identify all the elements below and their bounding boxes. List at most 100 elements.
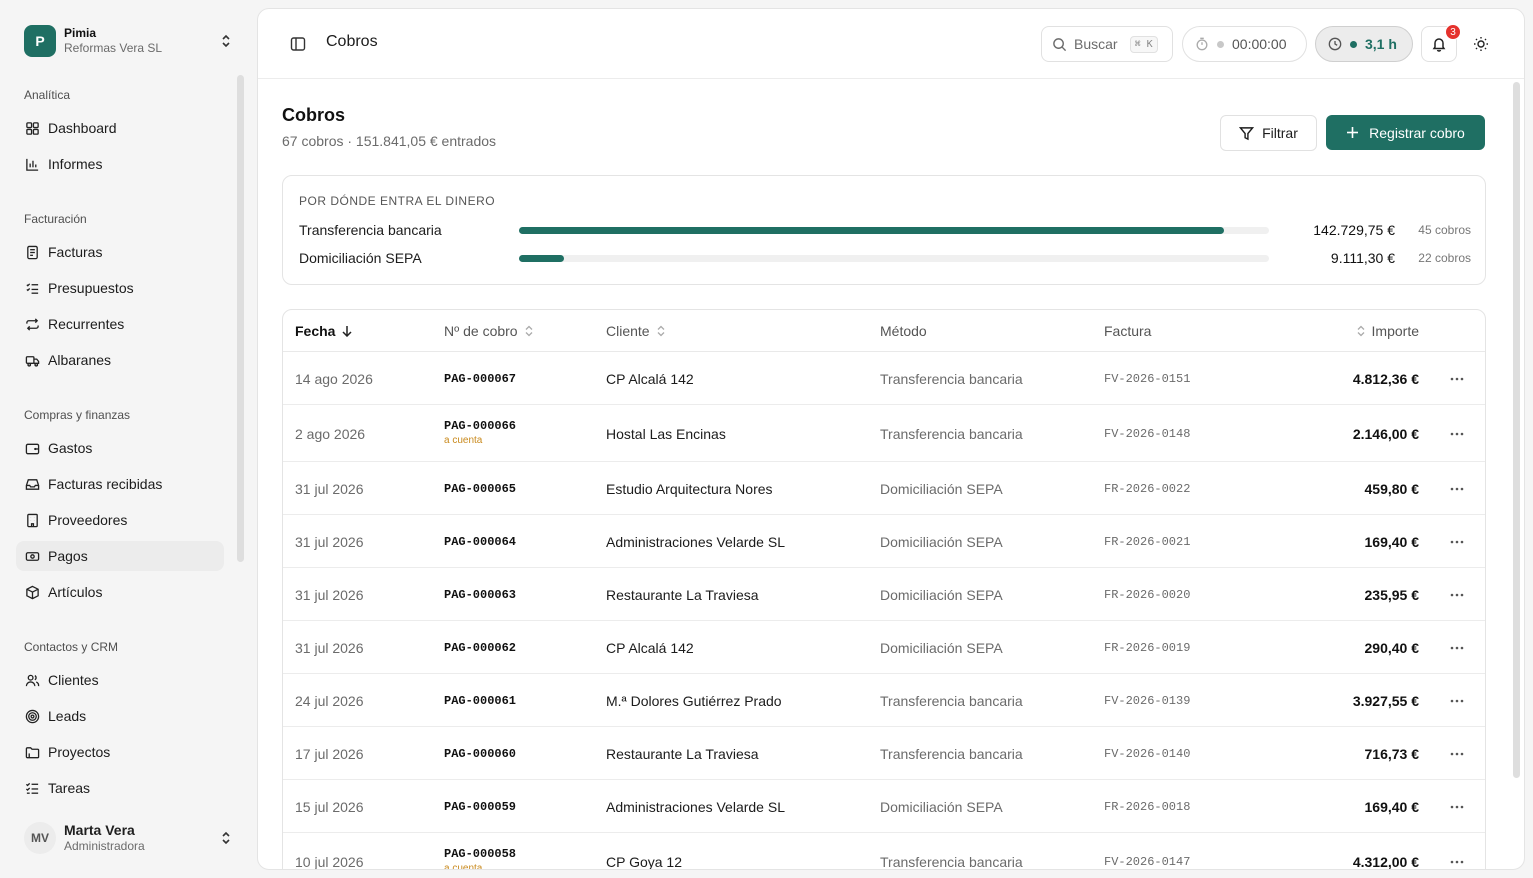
sidebar-item-recurrentes[interactable]: Recurrentes	[16, 309, 224, 339]
banknote-icon	[24, 548, 40, 564]
user-menu[interactable]: MV Marta Vera Administradora	[24, 818, 234, 858]
table-row[interactable]: 31 jul 2026 PAG-000065 Estudio Arquitectur…	[283, 462, 1485, 515]
bar-chart-icon	[24, 156, 40, 172]
cell-factura: FV-2026-0140	[1104, 747, 1191, 761]
table-row[interactable]: 24 jul 2026 PAG-000061 M.ª Dolores Gutiérr…	[283, 674, 1485, 727]
income-row: Domiciliación SEPA 9.111,30 € 22 cobros	[299, 248, 1471, 268]
table-row[interactable]: 10 jul 2026 PAG-000058 a cuenta CP Goya 12 T…	[283, 833, 1485, 870]
sort-icon	[525, 325, 533, 337]
sidebar-item-dashboard[interactable]: Dashboard	[16, 113, 224, 143]
arrow-down-icon	[342, 326, 352, 337]
sidebar-item-leads[interactable]: Leads	[16, 701, 224, 731]
notifications-button[interactable]: 3	[1421, 24, 1461, 62]
sidebar-toggle-icon[interactable]	[288, 34, 308, 54]
cell-importe: 235,95 €	[1364, 587, 1420, 603]
sidebar-item-proyectos[interactable]: Proyectos	[16, 737, 224, 767]
cell-numero: PAG-000064	[444, 535, 517, 549]
table-row[interactable]: 15 jul 2026 PAG-000059 Administraciones Ve…	[283, 780, 1485, 833]
more-horizontal-icon[interactable]	[1448, 853, 1466, 869]
sidebar-item-label: Facturas recibidas	[48, 476, 163, 492]
workspace-switcher[interactable]: P Pimia Reformas Vera SL	[24, 24, 234, 58]
table-row[interactable]: 31 jul 2026 PAG-000064 Administraciones Ve…	[283, 515, 1485, 568]
table-row[interactable]: 31 jul 2026 PAG-000063 Restaurante La Trav…	[283, 568, 1485, 621]
sidebar-item-facturas-recibidas[interactable]: Facturas recibidas	[16, 469, 224, 499]
cell-cliente: CP Alcalá 142	[606, 640, 694, 656]
column-header-numero[interactable]: Nº de cobro	[444, 323, 534, 339]
column-header-label: Factura	[1104, 323, 1152, 339]
income-bar-track	[519, 255, 1269, 262]
plus-icon	[1347, 127, 1359, 138]
sidebar-item-gastos[interactable]: Gastos	[16, 433, 224, 463]
more-horizontal-icon[interactable]	[1448, 639, 1466, 657]
timer-status-dot	[1217, 40, 1224, 48]
cell-importe: 716,73 €	[1364, 746, 1420, 762]
table-row[interactable]: 17 jul 2026 PAG-000060 Restaurante La Trav…	[283, 727, 1485, 780]
sidebar-item-presupuestos[interactable]: Presupuestos	[16, 273, 224, 303]
sidebar-item-pagos[interactable]: Pagos	[16, 541, 224, 571]
sidebar-scrollbar[interactable]	[237, 75, 244, 562]
filter-button[interactable]: Filtrar	[1220, 115, 1317, 151]
sidebar-item-facturas[interactable]: Facturas	[16, 237, 224, 267]
table-row[interactable]: 2 ago 2026 PAG-000066 a cuenta Hostal Las E…	[283, 405, 1485, 462]
timer-button[interactable]: 00:00:00	[1182, 26, 1307, 62]
more-horizontal-icon[interactable]	[1448, 692, 1466, 710]
sun-icon[interactable]	[1471, 34, 1491, 54]
more-horizontal-icon[interactable]	[1448, 370, 1466, 388]
column-header-fecha[interactable]: Fecha	[295, 323, 353, 339]
column-header-importe[interactable]: Importe	[1356, 323, 1419, 339]
sidebar-item-proveedores[interactable]: Proveedores	[16, 505, 224, 535]
cell-metodo: Transferencia bancaria	[880, 746, 1023, 762]
sidebar-item-label: Albaranes	[48, 352, 112, 368]
workspace-company: Reformas Vera SL	[64, 41, 163, 55]
sidebar-item-informes[interactable]: Informes	[16, 149, 224, 179]
column-header-label: Importe	[1371, 323, 1419, 339]
sidebar-item-albaranes[interactable]: Albaranes	[16, 345, 224, 375]
cell-factura: FR-2026-0018	[1104, 800, 1191, 814]
cell-fecha: 31 jul 2026	[295, 481, 364, 497]
cell-numero: PAG-000062	[444, 641, 517, 655]
cell-factura: FR-2026-0019	[1104, 641, 1191, 655]
more-horizontal-icon[interactable]	[1448, 586, 1466, 604]
main-scrollbar[interactable]	[1513, 82, 1520, 778]
topbar: Cobros Buscar ⌘ K 00:00:00 3,1 h 3	[258, 9, 1524, 79]
hours-button[interactable]: 3,1 h	[1315, 26, 1413, 62]
table-row[interactable]: 14 ago 2026 PAG-000067 CP Alcalá 142 Transf…	[283, 352, 1485, 405]
more-horizontal-icon[interactable]	[1448, 480, 1466, 498]
cell-importe: 169,40 €	[1364, 799, 1420, 815]
column-header-label: Método	[880, 323, 927, 339]
chevron-up-down-icon	[218, 828, 234, 848]
column-header-factura: Factura	[1104, 323, 1151, 339]
sidebar-item-clientes[interactable]: Clientes	[16, 665, 224, 695]
more-horizontal-icon[interactable]	[1448, 425, 1466, 443]
income-amount: 9.111,30 €	[1330, 250, 1395, 266]
folder-icon	[24, 744, 40, 760]
sidebar-item-label: Pagos	[48, 548, 88, 564]
search-button[interactable]: Buscar ⌘ K	[1041, 26, 1173, 62]
sort-icon	[1357, 325, 1364, 337]
filter-label: Filtrar	[1262, 125, 1298, 141]
sidebar-item-articulos[interactable]: Artículos	[16, 577, 224, 607]
page-title: Cobros	[282, 105, 345, 125]
cell-factura: FV-2026-0151	[1104, 372, 1191, 386]
cell-metodo: Domiciliación SEPA	[880, 640, 1003, 656]
cell-metodo: Transferencia bancaria	[880, 854, 1023, 870]
table-row[interactable]: 31 jul 2026 PAG-000062 CP Alcalá 142 Domici…	[283, 621, 1485, 674]
cell-cliente: M.ª Dolores Gutiérrez Prado	[606, 693, 782, 709]
workspace-name: Pimia	[64, 26, 97, 40]
register-payment-button[interactable]: Registrar cobro	[1326, 115, 1485, 150]
sidebar-item-label: Facturas	[48, 244, 103, 260]
more-horizontal-icon[interactable]	[1448, 798, 1466, 816]
search-label: Buscar	[1074, 36, 1118, 52]
cell-factura: FR-2026-0022	[1104, 482, 1191, 496]
cell-metodo: Transferencia bancaria	[880, 693, 1023, 709]
column-header-cliente[interactable]: Cliente	[606, 323, 666, 339]
income-amount: 142.729,75 €	[1313, 222, 1395, 238]
hours-value: 3,1 h	[1365, 36, 1397, 52]
more-horizontal-icon[interactable]	[1448, 745, 1466, 763]
on-account-tag: a cuenta	[444, 435, 483, 446]
sidebar-section-title: Facturación	[24, 212, 87, 226]
more-horizontal-icon[interactable]	[1448, 533, 1466, 551]
income-count: 45 cobros	[1418, 223, 1471, 237]
on-account-tag: a cuenta	[444, 863, 483, 870]
sidebar-item-tareas[interactable]: Tareas	[16, 773, 224, 803]
